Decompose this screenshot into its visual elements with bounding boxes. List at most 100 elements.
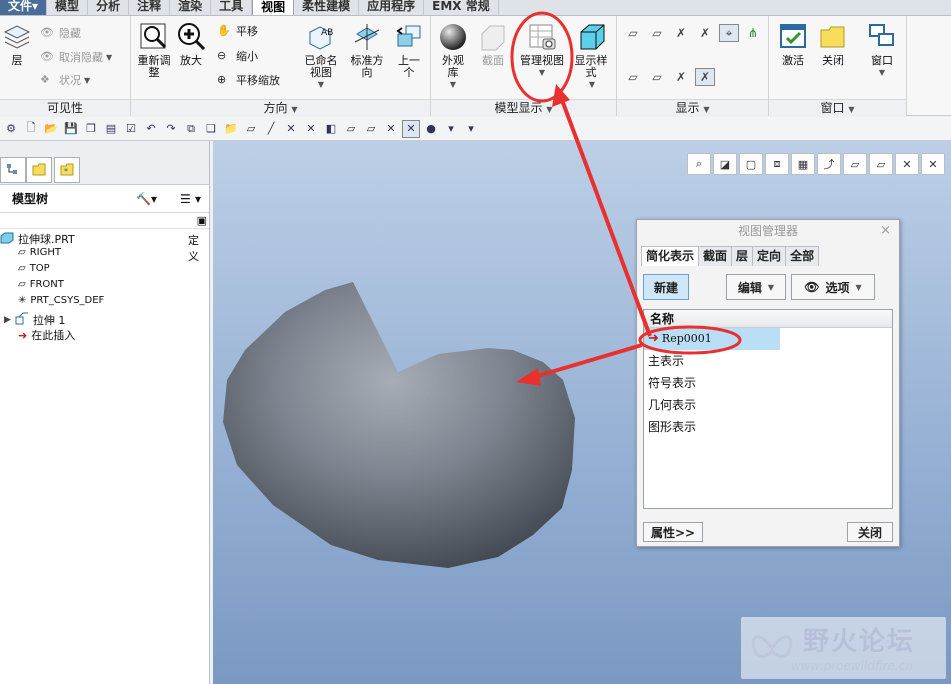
tab-emx[interactable]: EMX 常规	[424, 0, 499, 15]
tab-render[interactable]: 渲染	[170, 0, 212, 15]
csys-display-icon[interactable]: ✕	[402, 119, 420, 138]
tab-simplified-rep[interactable]: 简化表示	[641, 246, 700, 266]
tree-item-right[interactable]: ▱ RIGHT	[18, 247, 61, 258]
list-item-graphics-rep[interactable]: 图形表示	[644, 416, 892, 438]
undo-icon[interactable]: ↶	[142, 120, 160, 138]
appearance-sphere-icon[interactable]: ●	[422, 120, 440, 138]
tab-layers[interactable]: 层	[731, 246, 754, 266]
list-item-symbolic-rep[interactable]: 符号表示	[644, 372, 892, 394]
csys-display-icon[interactable]: ✗	[695, 24, 715, 42]
point-display-icon[interactable]: ✕	[382, 120, 400, 138]
plane-display-icon[interactable]: ⏥	[623, 24, 643, 42]
group-label-window: 窗口 ▼	[769, 99, 906, 116]
display-style-button[interactable]: 显示样式 ▼	[571, 22, 613, 91]
layer-button[interactable]: 层	[2, 22, 32, 67]
annotation-display-icon[interactable]: ⌖	[719, 24, 739, 42]
spin-center-icon[interactable]: ⋔	[743, 24, 763, 42]
chevron-down-icon: ▼	[855, 282, 862, 292]
chevron-down-icon: ▼	[106, 53, 113, 62]
close-button[interactable]: 关闭	[847, 522, 893, 542]
refit-button[interactable]: 重新调整	[137, 22, 171, 79]
axis-icon[interactable]: ╱	[262, 120, 280, 138]
save-icon[interactable]: 💾	[62, 120, 80, 138]
zoom-in-button[interactable]: 放大	[175, 22, 207, 67]
tab-model[interactable]: 模型	[47, 0, 89, 15]
paste-icon[interactable]: ▤	[102, 120, 120, 138]
point-icon[interactable]: ✕	[282, 120, 300, 138]
tab-sections[interactable]: 截面	[698, 246, 733, 266]
properties-button[interactable]: 属性>>	[643, 522, 703, 542]
tree-item-csys[interactable]: ✳ PRT_CSYS_DEF	[18, 295, 104, 306]
plane-tag-icon[interactable]: ⏥	[623, 68, 643, 86]
datum-plane-icon: ▱	[18, 263, 26, 274]
zoom-out-button[interactable]: ⊖ 缩小	[217, 49, 258, 65]
tab-annotate[interactable]: 注释	[129, 0, 171, 15]
tree-item-root[interactable]: 拉伸球.PRT	[0, 231, 75, 247]
tab-file[interactable]: 文件▾	[0, 0, 48, 15]
close-icon[interactable]: ×	[880, 220, 891, 242]
edit-button[interactable]: 编辑 ▼	[726, 274, 786, 300]
tree-item-top[interactable]: ▱ TOP	[18, 263, 50, 274]
status-button[interactable]: ❖ 状况 ▼	[40, 73, 90, 89]
list-item-rep0001[interactable]: ➜ Rep0001	[644, 328, 780, 350]
hide-button[interactable]: 👁 隐藏	[40, 26, 81, 42]
saved-views-button[interactable]: AB 已命名视图 ▼	[303, 22, 339, 91]
manage-views-button[interactable]: 管理视图 ▼	[515, 22, 569, 79]
point-display-icon[interactable]: ✗	[671, 24, 691, 42]
csys-tag-icon[interactable]: ✗	[695, 68, 715, 86]
list-item-geometry-rep[interactable]: 几何表示	[644, 394, 892, 416]
axis-display-icon[interactable]: ⏥	[362, 120, 380, 138]
standard-orientation-button[interactable]: 标准方向	[349, 22, 385, 79]
tab-all[interactable]: 全部	[785, 246, 820, 266]
list-item-master-rep[interactable]: 主表示	[644, 350, 892, 372]
axis-display-icon[interactable]: ⏥	[647, 24, 667, 42]
plane-display-icon[interactable]: ⏥	[342, 120, 360, 138]
favorites-tab-icon[interactable]: *	[54, 157, 80, 183]
folder-icon[interactable]: 📁	[222, 120, 240, 138]
tab-tools[interactable]: 工具	[211, 0, 253, 15]
switch-window-icon[interactable]: ❏	[202, 120, 220, 138]
previous-view-button[interactable]: 上一个	[393, 22, 425, 79]
chevron-down-icon: ▼	[848, 105, 855, 114]
appearance-gallery-button[interactable]: 外观库 ▼	[435, 22, 471, 91]
new-file-icon[interactable]: 🗋	[22, 120, 40, 138]
tree-item-front[interactable]: ▱ FRONT	[18, 279, 64, 290]
model-tree-tab-icon[interactable]	[0, 157, 26, 183]
unhide-button[interactable]: 👁 取消隐藏 ▼	[40, 50, 112, 66]
show-menu-icon[interactable]: ☰ ▾	[180, 192, 201, 206]
section-button[interactable]: 截面	[475, 22, 511, 67]
regenerate-icon[interactable]: ⚙	[2, 120, 20, 138]
hand-icon: ✋	[217, 24, 231, 37]
open-file-icon[interactable]: 📂	[42, 120, 60, 138]
axis-tag-icon[interactable]: ⏥	[647, 68, 667, 86]
settings-icon[interactable]: 🔨▾	[136, 192, 157, 206]
redo-icon[interactable]: ↷	[162, 120, 180, 138]
expand-arrow-icon[interactable]: ▶	[4, 315, 11, 325]
window-list-icon[interactable]: ⧉	[182, 120, 200, 138]
tab-applications[interactable]: 应用程序	[359, 0, 425, 15]
tab-view[interactable]: 视图	[252, 0, 295, 15]
options-button[interactable]: 👁 选项 ▼	[791, 274, 875, 300]
shading-icon[interactable]: ◧	[322, 120, 340, 138]
chevron-down-icon[interactable]: ▾	[442, 120, 460, 138]
chevron-down-icon: ▼	[878, 68, 886, 77]
tree-item-extrude[interactable]: ▶ 拉伸 1	[4, 311, 65, 328]
toolbar-overflow-icon[interactable]: ▾	[462, 120, 480, 138]
active-arrow-icon: ➜	[648, 331, 659, 346]
copy-icon[interactable]: ❐	[82, 120, 100, 138]
new-button[interactable]: 新建	[643, 274, 689, 300]
tree-item-insert-here[interactable]: ➜ 在此插入	[18, 327, 75, 343]
pan-button[interactable]: ✋ 平移	[217, 24, 258, 40]
csys-icon[interactable]: ✕	[302, 120, 320, 138]
tab-flexible-modeling[interactable]: 柔性建模	[294, 0, 360, 15]
datum-plane-icon[interactable]: ▱	[242, 120, 260, 138]
tab-analysis[interactable]: 分析	[88, 0, 130, 15]
tab-orient[interactable]: 定向	[752, 246, 787, 266]
windows-button[interactable]: 窗口 ▼	[865, 22, 899, 79]
checkbox-icon[interactable]: ☑	[122, 120, 140, 138]
point-tag-icon[interactable]: ✗	[671, 68, 691, 86]
close-window-button[interactable]: 关闭	[815, 22, 851, 67]
activate-button[interactable]: 激活	[775, 22, 811, 67]
pan-zoom-button[interactable]: ⊕ 平移缩放	[217, 73, 280, 89]
folder-browser-tab-icon[interactable]	[26, 157, 52, 183]
